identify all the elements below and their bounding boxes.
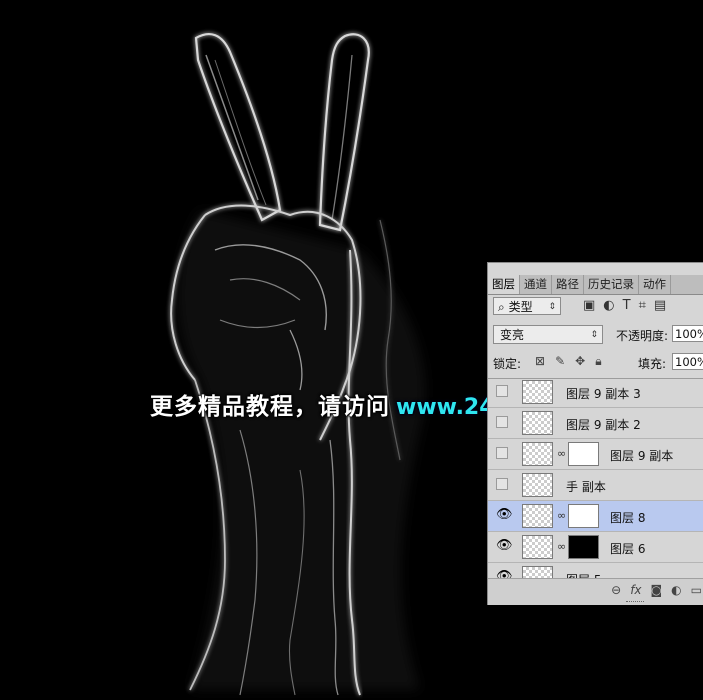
layer-thumbnail[interactable]	[522, 442, 553, 466]
layer-thumbnail[interactable]	[522, 535, 553, 559]
updown-caret-icon: ⇕	[590, 330, 598, 340]
layer-row[interactable]: 手 副本	[488, 470, 703, 501]
layers-panel: 图层 通道 路径 历史记录 动作 ⌕ 类型 ⇕ ▣ ◐ T ⌗ ▤ 变亮 ⇕ 不…	[487, 262, 703, 605]
lock-all-icon[interactable]: 🔒︎	[595, 354, 601, 369]
tab-paths[interactable]: 路径	[552, 275, 584, 294]
smart-object-filter-icon[interactable]: ▤	[654, 298, 666, 313]
layer-name: 图层 8	[610, 511, 646, 525]
watermark-text: 更多精品教程，请访问	[150, 394, 390, 420]
layer-row[interactable]: 👁︎ ∞ 图层 6	[488, 532, 703, 563]
layer-name: 图层 6	[610, 542, 646, 556]
tab-actions[interactable]: 动作	[639, 275, 671, 294]
search-icon: ⌕	[498, 300, 505, 314]
layer-mask-thumbnail[interactable]	[568, 504, 599, 528]
tab-history[interactable]: 历史记录	[584, 275, 639, 294]
lock-row: 锁定: ⊠ ✎ ✥ 🔒︎ 填充: 100%	[493, 353, 703, 373]
visibility-toggle[interactable]	[496, 385, 508, 397]
layer-row[interactable]: 👁︎ ∞ 图层 8	[488, 501, 703, 532]
filter-type-select[interactable]: ⌕ 类型 ⇕	[493, 297, 561, 315]
lock-brush-icon[interactable]: ✎	[555, 354, 565, 369]
folder-icon[interactable]: ▭	[691, 583, 702, 597]
shape-filter-icon[interactable]: ⌗	[639, 298, 646, 313]
add-mask-icon[interactable]: ◙	[651, 583, 663, 597]
eye-icon[interactable]: 👁︎	[496, 539, 513, 552]
layer-thumbnail[interactable]	[522, 473, 553, 497]
layer-thumbnail[interactable]	[522, 504, 553, 528]
type-filter-icon[interactable]: T	[623, 298, 631, 313]
opacity-input[interactable]: 100%	[672, 325, 703, 342]
panel-tabs: 图层 通道 路径 历史记录 动作	[488, 275, 703, 295]
adjustment-filter-icon[interactable]: ◐	[603, 298, 614, 313]
resize-grip[interactable]	[626, 601, 644, 605]
layers-list: 图层 9 副本 3 图层 9 副本 2 ∞ 图层 9 副本手 副本 👁︎ ∞ 图层 8 👁︎ ∞…	[488, 378, 703, 579]
tab-layers[interactable]: 图层	[488, 275, 520, 294]
layer-mask-thumbnail[interactable]	[568, 535, 599, 559]
opacity-label: 不透明度:	[616, 329, 669, 343]
blend-mode-select[interactable]: 变亮 ⇕	[493, 325, 603, 344]
lock-icons: ⊠ ✎ ✥ 🔒︎	[535, 354, 602, 369]
fill-input[interactable]: 100%	[672, 353, 703, 370]
visibility-toggle[interactable]	[496, 447, 508, 459]
filter-icons: ▣ ◐ T ⌗ ▤	[583, 298, 666, 313]
eye-icon[interactable]: 👁︎	[496, 508, 513, 521]
lock-label: 锁定:	[493, 357, 522, 371]
layer-row[interactable]: 图层 9 副本 2	[488, 408, 703, 439]
mask-link-icon[interactable]: ∞	[557, 447, 566, 460]
link-icon[interactable]: ⊖	[611, 583, 621, 597]
lock-transparent-icon[interactable]: ⊠	[535, 354, 545, 369]
filter-row: ⌕ 类型 ⇕ ▣ ◐ T ⌗ ▤	[493, 297, 703, 319]
layer-mask-thumbnail[interactable]	[568, 442, 599, 466]
fill-label: 填充:	[638, 357, 667, 371]
visibility-toggle[interactable]	[496, 416, 508, 428]
layer-name: 手 副本	[566, 480, 606, 494]
layer-row[interactable]: 👁︎图层 5	[488, 563, 703, 579]
layer-thumbnail[interactable]	[522, 411, 553, 435]
pixel-filter-icon[interactable]: ▣	[583, 298, 595, 313]
blend-mode-value: 变亮	[500, 328, 525, 342]
layer-name: 图层 9 副本 3	[566, 387, 641, 401]
blend-row: 变亮 ⇕ 不透明度: 100%	[493, 325, 703, 345]
mask-link-icon[interactable]: ∞	[557, 509, 566, 522]
footer-icons: ⊖ fx ◙ ◐ ▭	[611, 583, 702, 597]
updown-caret-icon: ⇕	[548, 302, 556, 312]
layer-row[interactable]: ∞ 图层 9 副本	[488, 439, 703, 470]
lock-move-icon[interactable]: ✥	[575, 354, 585, 369]
hand-smoke-shape	[170, 33, 426, 696]
mask-link-icon[interactable]: ∞	[557, 540, 566, 553]
fx-icon[interactable]: fx	[630, 583, 641, 597]
filter-type-label: 类型	[508, 300, 533, 314]
layer-name: 图层 9 副本	[610, 449, 674, 463]
tab-channels[interactable]: 通道	[520, 275, 552, 294]
adjustment-icon[interactable]: ◐	[671, 583, 681, 597]
panel-footer: ⊖ fx ◙ ◐ ▭	[488, 578, 703, 605]
layer-row[interactable]: 图层 9 副本 3	[488, 379, 703, 408]
layer-name: 图层 9 副本 2	[566, 418, 641, 432]
visibility-toggle[interactable]	[496, 478, 508, 490]
layer-thumbnail[interactable]	[522, 380, 553, 404]
